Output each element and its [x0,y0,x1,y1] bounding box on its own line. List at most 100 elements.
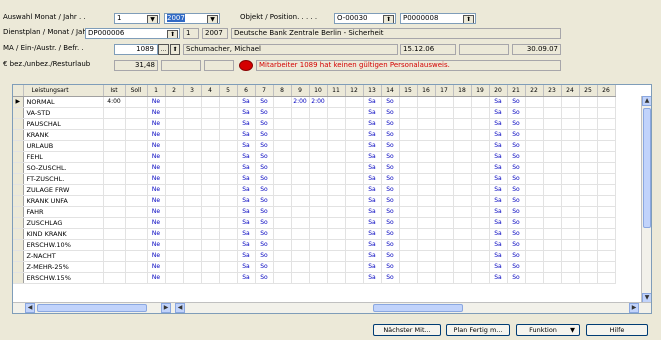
day-cell[interactable]: So [507,151,526,163]
day-cell[interactable] [327,217,346,229]
day-cell[interactable]: Ne [147,206,166,218]
day-cell[interactable] [525,96,544,108]
day-cell[interactable] [201,162,220,174]
day-cell[interactable] [417,184,436,196]
day-cell[interactable] [435,140,454,152]
ist-cell[interactable] [103,195,126,207]
leistungsart-cell[interactable]: FT-ZUSCHL. [23,173,104,185]
day-cell[interactable] [183,272,202,284]
day-cell[interactable] [201,151,220,163]
day-cell[interactable]: Sa [237,173,256,185]
day-cell[interactable] [417,140,436,152]
day-cell[interactable] [291,184,310,196]
ist-cell[interactable]: 4:00 [103,96,126,108]
chevron-down-icon[interactable]: ▼ [147,15,158,23]
day-cell[interactable] [183,228,202,240]
leistungsart-cell[interactable]: URLAUB [23,140,104,152]
day-cell[interactable] [435,151,454,163]
day-cell[interactable] [597,239,616,251]
day-cell[interactable] [417,96,436,108]
col-day[interactable]: 14 [381,85,400,97]
day-cell[interactable]: So [507,140,526,152]
day-cell[interactable] [201,228,220,240]
day-cell[interactable] [417,206,436,218]
day-cell[interactable] [201,96,220,108]
day-cell[interactable]: Sa [237,162,256,174]
day-cell[interactable] [345,261,364,273]
table-row[interactable]: KRANK Ne Sa So Sa So Sa So [13,129,616,141]
col-day[interactable]: 20 [489,85,508,97]
col-day[interactable]: 7 [255,85,274,97]
day-cell[interactable] [471,272,490,284]
day-cell[interactable] [561,206,580,218]
day-cell[interactable] [417,272,436,284]
day-cell[interactable] [219,228,238,240]
day-cell[interactable] [579,272,598,284]
day-cell[interactable] [543,206,562,218]
col-day[interactable]: 15 [399,85,418,97]
day-cell[interactable] [183,250,202,262]
day-cell[interactable] [543,129,562,141]
day-cell[interactable] [309,272,328,284]
day-cell[interactable] [327,151,346,163]
leistungsart-cell[interactable]: ERSCHW.10% [23,239,104,251]
day-cell[interactable] [399,129,418,141]
day-cell[interactable] [453,140,472,152]
day-cell[interactable] [579,184,598,196]
day-cell[interactable] [183,217,202,229]
vertical-scroll-thumb[interactable] [643,108,651,228]
day-cell[interactable] [525,118,544,130]
day-cell[interactable]: Sa [363,228,382,240]
col-day[interactable]: 16 [417,85,436,97]
day-cell[interactable] [543,173,562,185]
day-cell[interactable] [525,129,544,141]
day-cell[interactable] [219,118,238,130]
day-cell[interactable] [273,96,292,108]
day-cell[interactable] [417,195,436,207]
soll-cell[interactable] [125,250,148,262]
day-cell[interactable] [273,261,292,273]
day-cell[interactable] [399,184,418,196]
day-cell[interactable]: Sa [237,239,256,251]
day-cell[interactable] [219,129,238,141]
day-cell[interactable] [291,228,310,240]
day-cell[interactable] [435,118,454,130]
day-cell[interactable] [453,195,472,207]
scroll-right-icon[interactable]: ▶ [161,303,171,313]
day-cell[interactable] [165,217,184,229]
leistungsart-cell[interactable]: FAHR [23,206,104,218]
day-cell[interactable]: Ne [147,217,166,229]
leistungsart-cell[interactable]: KIND KRANK [23,228,104,240]
day-cell[interactable] [165,261,184,273]
day-cell[interactable] [309,118,328,130]
day-cell[interactable] [435,195,454,207]
day-cell[interactable] [345,107,364,119]
day-cell[interactable] [327,173,346,185]
day-cell[interactable] [453,250,472,262]
col-leistungsart[interactable]: Leistungsart [23,85,104,97]
row-selector[interactable] [13,195,24,207]
day-cell[interactable] [219,272,238,284]
ist-cell[interactable] [103,140,126,152]
day-cell[interactable] [597,129,616,141]
day-cell[interactable] [165,96,184,108]
day-cell[interactable] [291,129,310,141]
day-cell[interactable] [525,173,544,185]
table-row[interactable]: FT-ZUSCHL. Ne Sa So Sa So Sa So [13,173,616,185]
day-cell[interactable] [579,228,598,240]
day-cell[interactable] [597,272,616,284]
row-selector[interactable] [13,261,24,273]
day-cell[interactable]: Ne [147,162,166,174]
day-cell[interactable] [453,239,472,251]
day-cell[interactable]: Ne [147,118,166,130]
day-cell[interactable]: Sa [489,261,508,273]
day-cell[interactable] [327,228,346,240]
horizontal-scrollbar[interactable]: ◀ ▶ ◀ ▶ [13,302,651,313]
day-cell[interactable] [399,151,418,163]
day-cell[interactable]: Sa [363,239,382,251]
day-cell[interactable] [201,195,220,207]
day-cell[interactable]: Sa [237,96,256,108]
day-cell[interactable]: So [255,206,274,218]
row-selector[interactable] [13,184,24,196]
ist-cell[interactable] [103,151,126,163]
